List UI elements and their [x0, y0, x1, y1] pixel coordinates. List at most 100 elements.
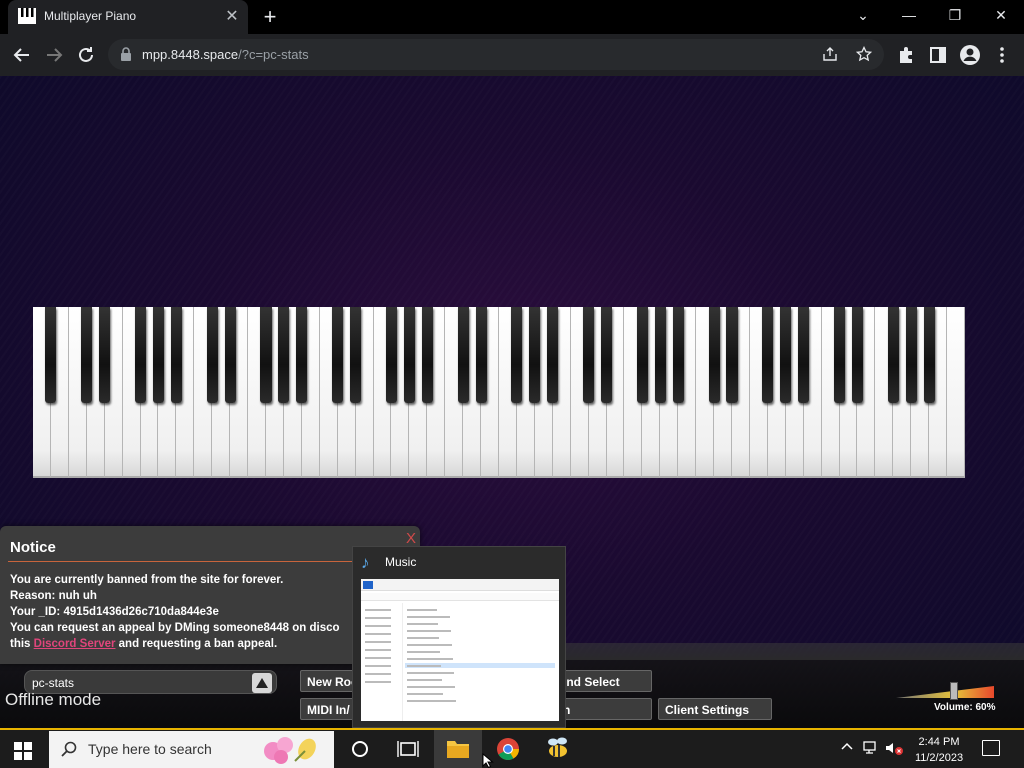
midi-in-out-button[interactable]: MIDI In/	[300, 698, 360, 720]
black-key[interactable]	[45, 307, 57, 403]
file-explorer-icon[interactable]	[434, 730, 482, 768]
black-key[interactable]	[833, 307, 846, 403]
black-key[interactable]	[81, 307, 93, 403]
thumbnail-preview	[361, 579, 559, 721]
black-key[interactable]	[350, 307, 362, 403]
preview-file-row	[407, 609, 437, 611]
back-arrow-icon[interactable]	[10, 43, 34, 67]
black-key[interactable]	[206, 307, 218, 403]
preview-file-row	[407, 658, 453, 660]
file-explorer-thumbnail[interactable]: ♪ Music	[352, 546, 566, 728]
close-window-button[interactable]: ✕	[978, 0, 1024, 32]
black-key[interactable]	[672, 307, 684, 403]
piano-keyboard[interactable]	[33, 307, 965, 478]
black-key[interactable]	[762, 307, 774, 403]
tab-close-icon[interactable]: ✕	[222, 7, 242, 27]
black-key[interactable]	[780, 307, 792, 403]
black-key[interactable]	[332, 307, 344, 403]
preview-ribbon	[361, 579, 559, 591]
address-bar[interactable]: mpp.8448.space/?c=pc-stats	[108, 39, 884, 70]
black-key[interactable]	[726, 307, 738, 403]
bookmark-star-icon[interactable]	[856, 46, 872, 62]
sound-select-button[interactable]: und Select	[552, 670, 652, 692]
side-panel-icon[interactable]	[926, 43, 950, 67]
black-key[interactable]	[654, 307, 666, 403]
new-tab-button[interactable]: +	[258, 6, 282, 30]
preview-nav-pane	[361, 603, 403, 721]
black-key[interactable]	[99, 307, 111, 403]
preview-file-row	[407, 644, 452, 646]
black-key[interactable]	[511, 307, 523, 403]
room-expand-arrow-icon[interactable]	[252, 673, 272, 693]
volume-knob[interactable]	[950, 682, 958, 700]
tab-title: Multiplayer Piano	[44, 9, 137, 23]
black-key[interactable]	[170, 307, 182, 403]
music-note-icon: ♪	[361, 553, 370, 572]
notice-server-post: and requesting a ban appeal.	[115, 638, 278, 650]
discord-server-link[interactable]: Discord Server	[34, 638, 116, 650]
offline-mode-status: Offline mode	[5, 690, 102, 709]
black-key[interactable]	[296, 307, 308, 403]
windows-start-icon[interactable]	[14, 742, 32, 760]
preview-nav-row	[365, 633, 391, 635]
notice-title: Notice	[10, 539, 56, 556]
notification-center-icon[interactable]	[982, 740, 1000, 756]
black-key[interactable]	[421, 307, 433, 403]
preview-file-row	[407, 623, 438, 625]
black-key[interactable]	[798, 307, 810, 403]
black-key[interactable]	[385, 307, 397, 403]
notice-close-button[interactable]: X	[406, 530, 416, 547]
synth-button[interactable]: th	[552, 698, 652, 720]
mouse-cursor-icon	[482, 753, 494, 768]
share-icon[interactable]	[822, 46, 838, 62]
new-room-button[interactable]: New Roo	[300, 670, 360, 692]
notice-server-pre: this	[10, 638, 34, 650]
search-highlight-flowers-icon	[264, 737, 316, 764]
profile-avatar-icon[interactable]	[958, 43, 982, 67]
black-key[interactable]	[583, 307, 595, 403]
black-key[interactable]	[547, 307, 559, 403]
speaker-muted-icon[interactable]	[884, 740, 904, 756]
cortana-icon[interactable]	[336, 730, 384, 768]
task-view-icon[interactable]	[384, 730, 432, 768]
preview-nav-row	[365, 641, 391, 643]
room-name: pc-stats	[32, 676, 75, 690]
menu-kebab-icon[interactable]	[990, 43, 1014, 67]
white-key[interactable]	[947, 307, 965, 478]
black-key[interactable]	[457, 307, 469, 403]
black-key[interactable]	[905, 307, 917, 403]
extensions-puzzle-icon[interactable]	[894, 43, 918, 67]
volume-slider[interactable]: Volume: 60%	[896, 682, 996, 713]
lock-icon[interactable]	[120, 47, 132, 61]
taskbar-clock[interactable]: 2:44 PM 11/2/2023	[906, 734, 972, 766]
show-hidden-icons-chevron-icon[interactable]	[840, 740, 854, 754]
tab-search-dropdown-icon[interactable]: ⌄	[840, 0, 886, 32]
black-key[interactable]	[708, 307, 720, 403]
reload-icon[interactable]	[74, 43, 98, 67]
tab-multiplayer-piano[interactable]: Multiplayer Piano ✕	[8, 0, 248, 34]
browser-tab-strip: Multiplayer Piano ✕ + ⌄ — ❐ ✕	[0, 0, 1024, 34]
forward-arrow-icon[interactable]	[42, 43, 66, 67]
black-key[interactable]	[134, 307, 147, 403]
preview-file-row	[407, 665, 441, 667]
clock-time: 2:44 PM	[918, 736, 960, 748]
black-key[interactable]	[887, 307, 899, 403]
network-icon[interactable]	[862, 740, 880, 756]
bee-app-icon[interactable]	[534, 730, 582, 768]
black-key[interactable]	[403, 307, 415, 403]
black-key[interactable]	[224, 307, 236, 403]
black-key[interactable]	[923, 307, 935, 403]
black-key[interactable]	[278, 307, 290, 403]
black-key[interactable]	[851, 307, 863, 403]
volume-ramp	[896, 686, 994, 698]
taskbar-search-box[interactable]: Type here to search	[49, 731, 334, 768]
restore-button[interactable]: ❐	[932, 0, 978, 32]
black-key[interactable]	[152, 307, 164, 403]
black-key[interactable]	[475, 307, 487, 403]
black-key[interactable]	[529, 307, 541, 403]
black-key[interactable]	[260, 307, 272, 403]
client-settings-button[interactable]: Client Settings	[658, 698, 772, 720]
minimize-button[interactable]: —	[886, 0, 932, 32]
black-key[interactable]	[600, 307, 613, 403]
black-key[interactable]	[636, 307, 648, 403]
